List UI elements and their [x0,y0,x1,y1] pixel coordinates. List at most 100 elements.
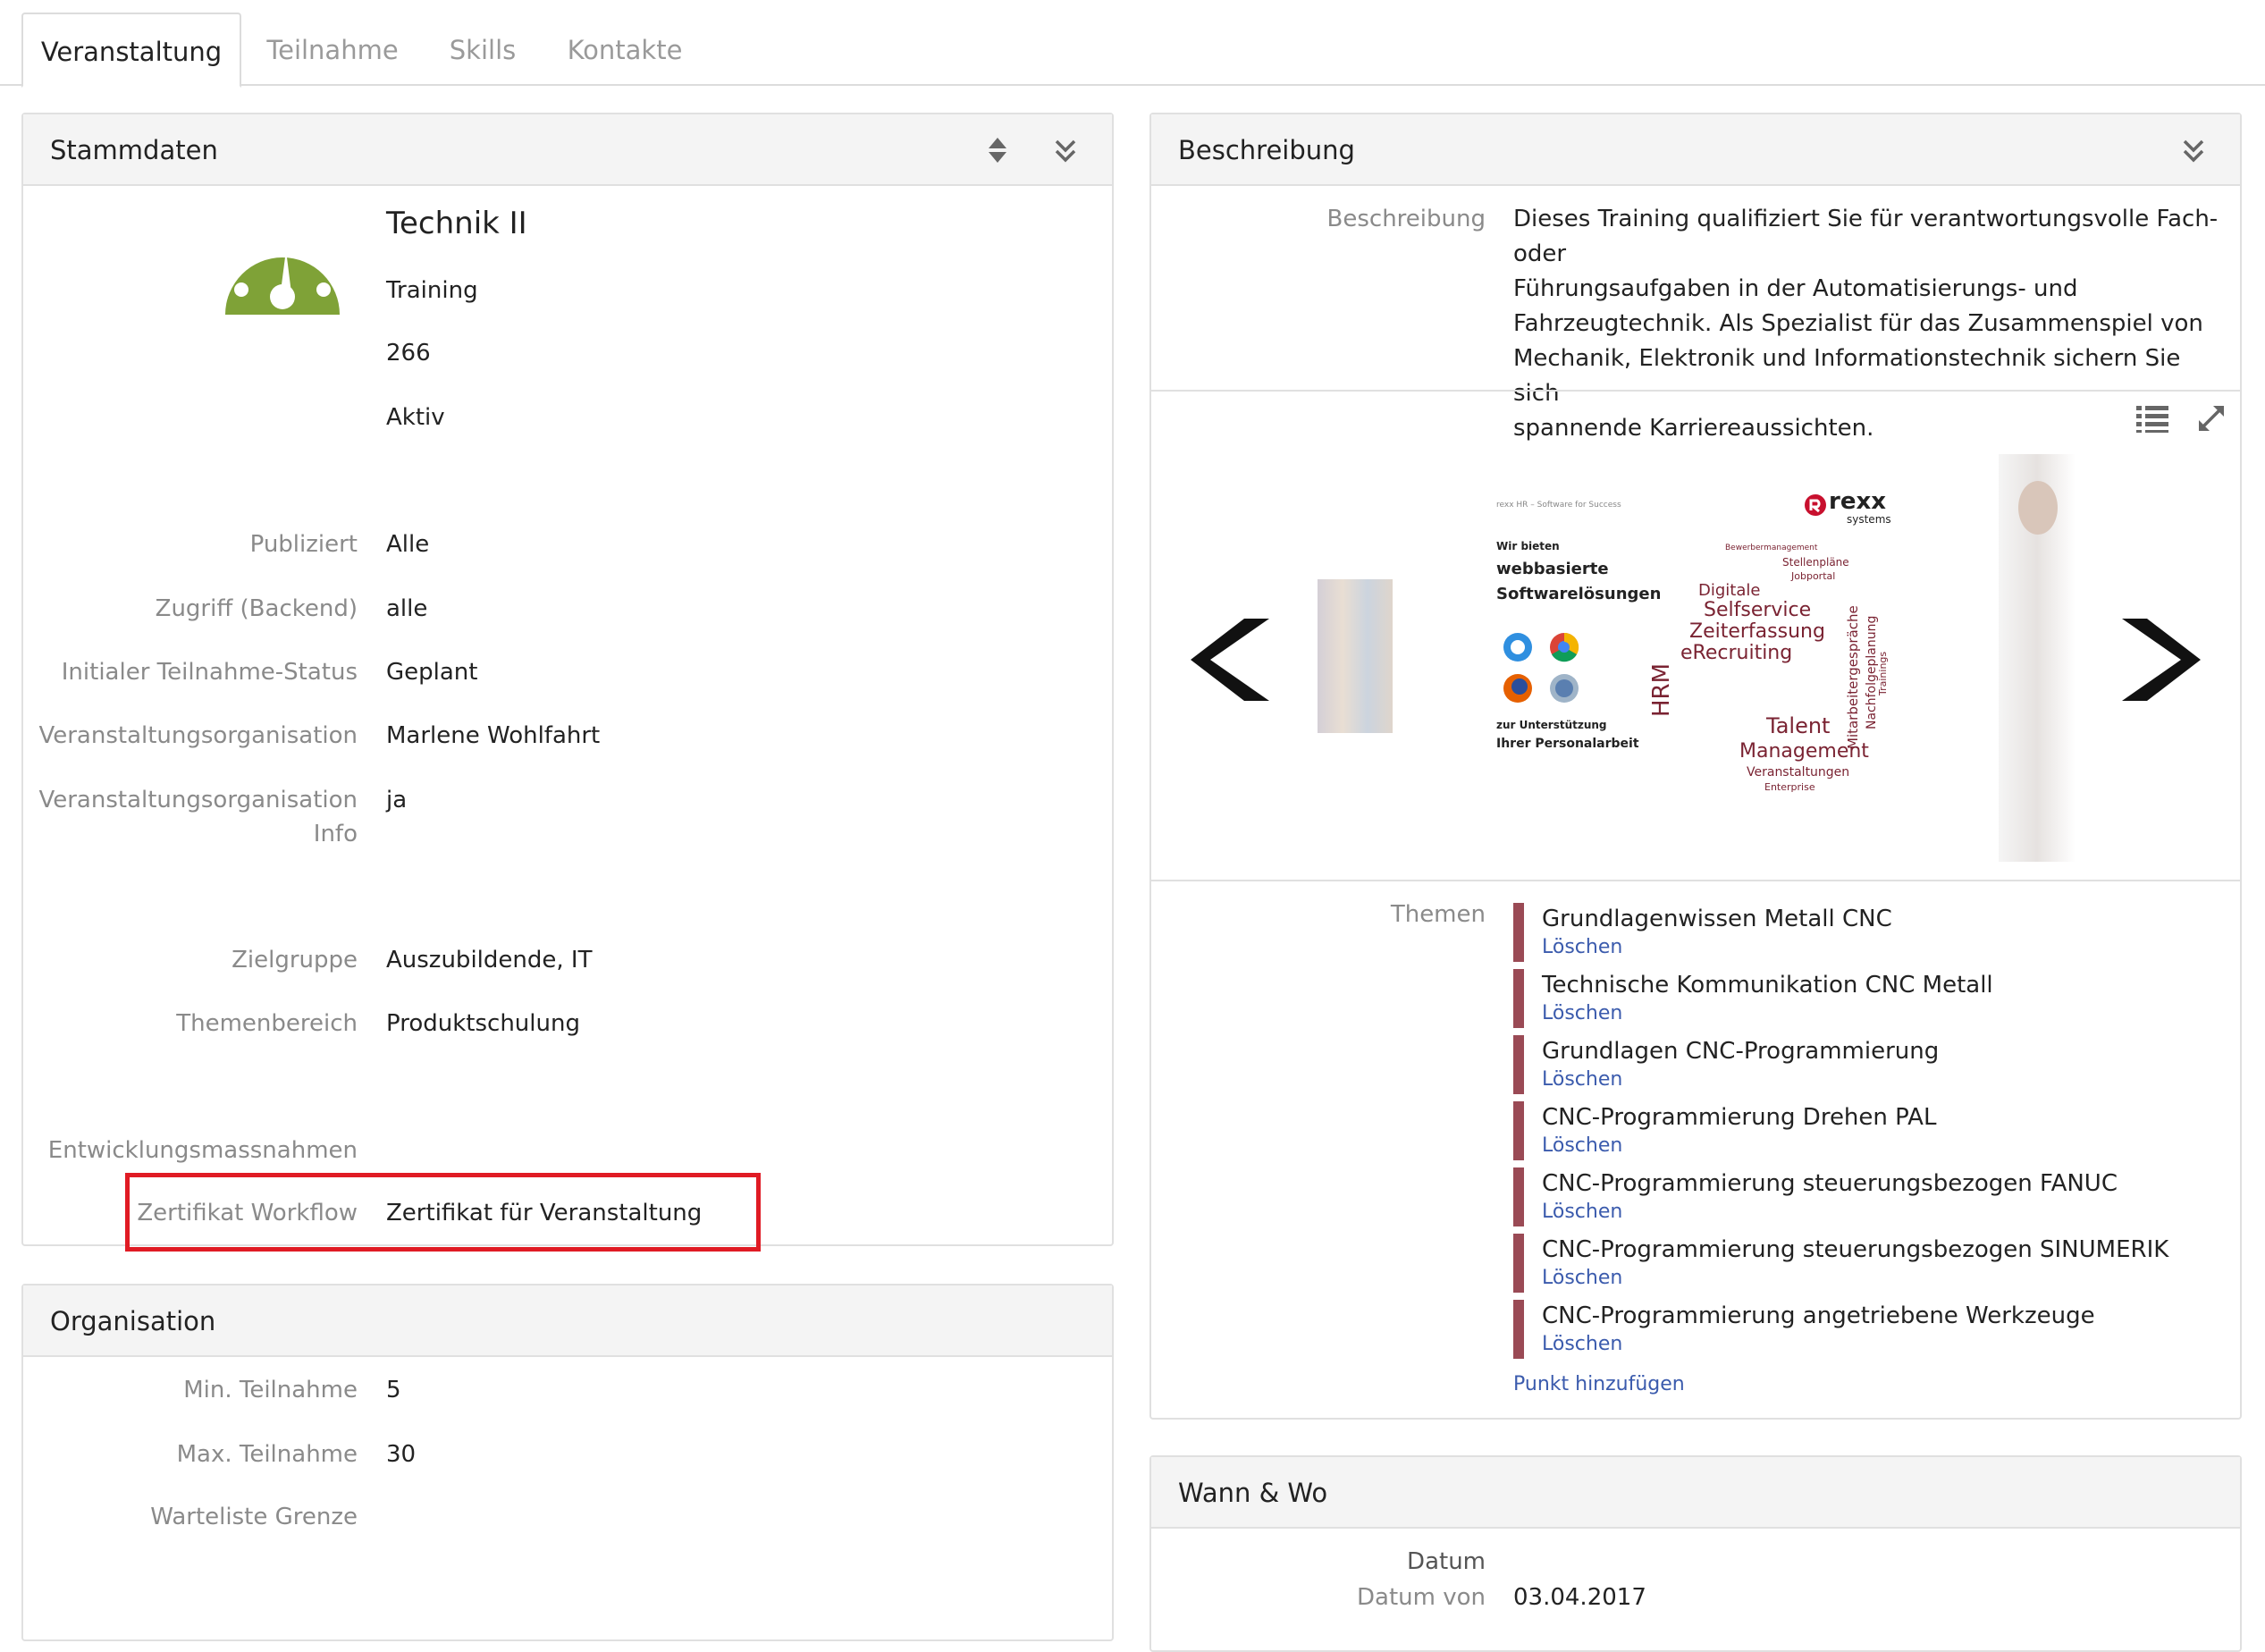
slide-brand-sub: systems [1847,513,1891,526]
label-zertifikat-workflow: Zertifikat Workflow [137,1200,358,1226]
word: Stellenpläne [1782,556,1849,569]
divider [1151,880,2240,881]
theme-name: CNC-Programmierung angetriebene Werkzeug… [1542,1302,2095,1329]
description-line: Dieses Training qualifiziert Sie für ver… [1513,206,2219,267]
rexx-logo-icon [1805,494,1826,516]
sort-icon[interactable] [981,134,1014,166]
tab-skills[interactable]: Skills [427,13,538,88]
theme-item: CNC-Programmierung angetriebene Werkzeug… [1513,1300,2228,1359]
value-veranstaltungsorganisation: Marlene Wohlfahrt [386,722,601,749]
image-carousel: rexx HR – Software for Success rexx syst… [1151,392,2240,880]
portrait-shape [2018,481,2058,535]
delete-link[interactable]: Löschen [1542,1266,2228,1291]
organisation-header: Organisation [23,1285,1112,1357]
theme-name: Grundlagen CNC-Programmierung [1542,1038,1940,1065]
fullscreen-icon[interactable] [2195,402,2227,434]
label-zugriff: Zugriff (Backend) [155,595,358,622]
word: Jobportal [1791,570,1836,582]
tab-teilnahme[interactable]: Teilnahme [247,13,418,88]
label-datum-von: Datum von [1357,1584,1486,1611]
value-veranstaltungsorganisation-info: ja [386,787,408,813]
label-publiziert: Publiziert [249,531,358,558]
wann-wo-header: Wann & Wo [1151,1457,2240,1529]
carousel-next-icon[interactable] [2118,615,2201,704]
description-line: Fahrzeugtechnik. Als Spezialist für das … [1513,310,2203,337]
word: Veranstaltungen [1747,765,1850,780]
label-veranstaltungsorganisation: Veranstaltungsorganisation [38,722,358,749]
word: Mitarbeitergespräche [1845,605,1861,749]
carousel-thumb-left[interactable] [1318,579,1393,733]
label-beschreibung: Beschreibung [1326,206,1486,232]
browser-icons [1503,632,1579,703]
value-datum-von: 03.04.2017 [1513,1584,1646,1611]
carousel-prev-icon[interactable] [1191,615,1273,704]
word: Talent [1766,713,1831,738]
delete-link[interactable]: Löschen [1542,1134,2228,1159]
label-zielgruppe: Zielgruppe [232,947,358,974]
label-entwicklungsmassnahmen: Entwicklungsmassnahmen [47,1137,358,1164]
word: Digitale [1698,581,1761,600]
tab-veranstaltung[interactable]: Veranstaltung [21,13,241,88]
word: Enterprise [1764,781,1815,793]
label-initialer-status: Initialer Teilnahme-Status [61,659,358,686]
beschreibung-header: Beschreibung [1151,114,2240,186]
theme-item: Grundlagen CNC-Programmierung Löschen [1513,1035,2228,1094]
slide-line3: Softwarelösungen [1496,585,1662,603]
slide-line1: Wir bieten [1496,540,1560,552]
theme-item: CNC-Programmierung steuerungsbezogen SIN… [1513,1234,2228,1293]
event-status: Aktiv [386,404,445,431]
organisation-title: Organisation [50,1306,216,1336]
event-number: 266 [386,340,431,367]
word: eRecruiting [1680,642,1793,664]
value-max-teilnahme: 30 [386,1441,417,1468]
value-publiziert: Alle [386,531,430,558]
add-theme-link[interactable]: Punkt hinzufügen [1513,1371,1685,1398]
label-themen: Themen [1390,901,1486,928]
wann-wo-title: Wann & Wo [1178,1478,1328,1508]
label-max-teilnahme: Max. Teilnahme [176,1441,358,1468]
word: Zeiterfassung [1689,620,1825,643]
tab-kontakte[interactable]: Kontakte [549,13,701,88]
delete-link[interactable]: Löschen [1542,1001,2228,1026]
collapse-icon[interactable] [1049,134,1082,166]
slide-brand: rexx [1829,488,1886,515]
label-warteliste-grenze: Warteliste Grenze [150,1504,358,1530]
value-zugriff: alle [386,595,428,622]
delete-link[interactable]: Löschen [1542,1067,2228,1092]
theme-name: Technische Kommunikation CNC Metall [1542,972,1993,999]
value-initialer-status: Geplant [386,659,478,686]
value-themenbereich: Produktschulung [386,1010,580,1037]
theme-name: CNC-Programmierung steuerungsbezogen FAN… [1542,1170,2118,1197]
event-name: Technik II [386,206,527,241]
event-type: Training [386,277,478,304]
label-min-teilnahme: Min. Teilnahme [183,1377,358,1403]
theme-item: Grundlagenwissen Metall CNC Löschen [1513,903,2228,962]
word: HRM [1648,662,1675,717]
carousel-thumb-right[interactable] [1999,454,2076,862]
carousel-main-slide[interactable]: rexx HR – Software for Success rexx syst… [1491,485,1895,801]
slide-line2: webbasierte [1496,560,1609,578]
word-cloud: Digitale Selfservice Zeiterfassung eRecr… [1648,538,1889,797]
label-veranstaltungsorganisation-info: Veranstaltungsorganisation Info [38,787,358,847]
value-zielgruppe: Auszubildende, IT [386,947,593,974]
word: Trainings [1877,651,1889,695]
theme-item: Technische Kommunikation CNC Metall Lösc… [1513,969,2228,1028]
value-min-teilnahme: 5 [386,1377,401,1403]
slide-line5: Ihrer Personalarbeit [1496,737,1639,751]
delete-link[interactable]: Löschen [1542,1332,2228,1357]
beschreibung-title: Beschreibung [1178,135,1355,165]
delete-link[interactable]: Löschen [1542,935,2228,960]
delete-link[interactable]: Löschen [1542,1200,2228,1225]
stammdaten-title: Stammdaten [50,135,218,165]
theme-item: CNC-Programmierung steuerungsbezogen FAN… [1513,1167,2228,1226]
speedometer-icon [225,232,340,315]
value-zertifikat-workflow: Zertifikat für Veranstaltung [386,1200,703,1226]
list-view-icon[interactable] [2134,402,2170,434]
label-themenbereich: Themenbereich [176,1010,358,1037]
slide-line4: zur Unterstützung [1496,719,1607,731]
stammdaten-header: Stammdaten [23,114,1112,186]
slide-header: rexx HR – Software for Success [1496,501,1621,510]
theme-item: CNC-Programmierung Drehen PAL Löschen [1513,1101,2228,1160]
description-line: Führungsaufgaben in der Automatisierungs… [1513,275,2078,302]
collapse-icon[interactable] [2177,134,2210,166]
